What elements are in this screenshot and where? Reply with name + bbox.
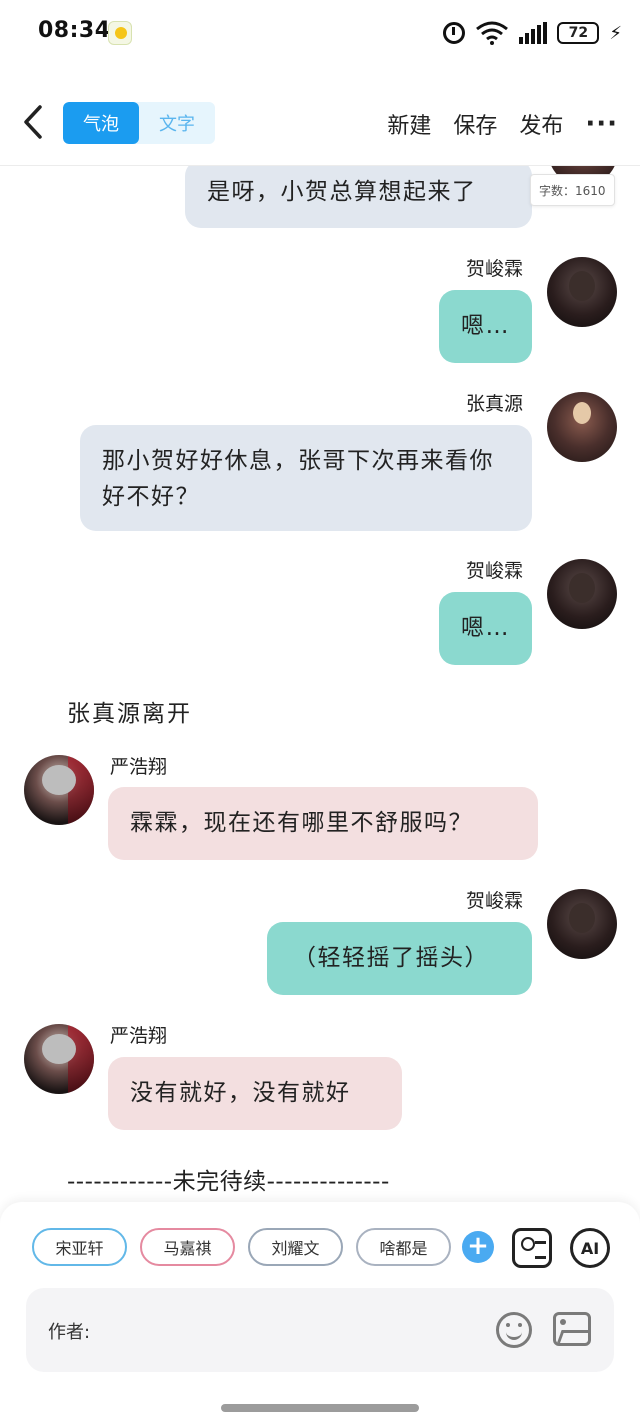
speaker-name: 严浩翔 <box>110 1025 168 1047</box>
message-text: 那小贺好好休息，张哥下次再来看你好不好？ <box>102 448 494 510</box>
avatar[interactable] <box>547 392 617 462</box>
home-indicator[interactable] <box>221 1404 419 1412</box>
status-time: 08:34 <box>38 18 111 43</box>
add-character-plus-icon[interactable]: + <box>462 1231 494 1263</box>
chat-area[interactable]: 是呀，小贺总算想起来了 字数：1610 贺峻霖 嗯… 张真源 那小贺好好休息，张… <box>0 166 640 1202</box>
avatar[interactable] <box>24 1024 94 1094</box>
speaker-name: 严浩翔 <box>110 756 168 778</box>
message-text: 没有就好，没有就好 <box>130 1080 351 1106</box>
battery-icon: 72 <box>557 22 600 44</box>
ai-button[interactable]: AI <box>570 1228 610 1268</box>
narration-text: 张真源离开 <box>67 701 192 727</box>
emoji-icon[interactable] <box>496 1312 532 1348</box>
back-chevron-icon[interactable] <box>18 104 48 140</box>
character-chip[interactable]: 宋亚轩 <box>32 1228 127 1266</box>
bottom-panel: 宋亚轩 马嘉祺 刘耀文 啥都是 + AI 作者: <box>0 1202 640 1424</box>
mode-switch: 气泡 文字 <box>63 102 215 144</box>
speaker-name: 张真源 <box>466 393 524 415</box>
charging-icon: ⚡ <box>609 22 622 44</box>
speaker-name: 贺峻霖 <box>466 560 524 582</box>
status-bar: 08:34 72 ⚡ <box>0 0 640 70</box>
to-be-continued-text: ------------未完待续-------------- <box>67 1169 390 1195</box>
avatar[interactable] <box>24 755 94 825</box>
alarm-icon <box>443 22 466 44</box>
avatar[interactable] <box>547 257 617 327</box>
message-text: 嗯… <box>461 615 510 641</box>
new-button[interactable]: 新建 <box>387 108 431 140</box>
speaker-name: 贺峻霖 <box>466 890 524 912</box>
character-row: 宋亚轩 马嘉祺 刘耀文 啥都是 + <box>32 1228 494 1266</box>
app-notification-icon <box>108 21 132 45</box>
message-bubble[interactable]: 嗯… <box>439 592 532 665</box>
message-text: （轻轻摇了摇头） <box>293 945 489 971</box>
message-bubble[interactable]: 那小贺好好休息，张哥下次再来看你好不好？ <box>80 425 532 531</box>
message-text: 是呀，小贺总算想起来了 <box>207 179 477 205</box>
speaker-name: 贺峻霖 <box>466 258 524 280</box>
character-chip[interactable]: 啥都是 <box>356 1228 451 1266</box>
message-bubble[interactable]: 没有就好，没有就好 <box>108 1057 402 1130</box>
author-label: 作者: <box>48 1322 91 1343</box>
message-bubble[interactable]: 霖霖，现在还有哪里不舒服吗？ <box>108 787 538 860</box>
avatar[interactable] <box>547 889 617 959</box>
message-bubble[interactable]: 嗯… <box>439 290 532 363</box>
message-text: 霖霖，现在还有哪里不舒服吗？ <box>130 810 473 836</box>
tab-bubble[interactable]: 气泡 <box>63 102 139 144</box>
message-bubble[interactable]: （轻轻摇了摇头） <box>267 922 532 995</box>
tab-text[interactable]: 文字 <box>139 102 215 144</box>
status-icons: 72 ⚡ <box>443 18 622 48</box>
message-input[interactable]: 作者: <box>26 1288 614 1372</box>
toolbar-actions: 新建 保存 发布 ··· <box>387 108 618 140</box>
signal-icon <box>519 22 548 44</box>
avatar[interactable] <box>547 559 617 629</box>
wifi-icon <box>475 21 509 45</box>
message-bubble[interactable]: 是呀，小贺总算想起来了 <box>185 166 532 228</box>
character-chip[interactable]: 刘耀文 <box>248 1228 343 1266</box>
editor-toolbar: 气泡 文字 新建 保存 发布 ··· <box>0 90 640 156</box>
publish-button[interactable]: 发布 <box>519 108 563 140</box>
save-button[interactable]: 保存 <box>453 108 497 140</box>
character-chip[interactable]: 马嘉祺 <box>140 1228 235 1266</box>
role-card-icon[interactable] <box>512 1228 552 1268</box>
image-icon[interactable] <box>553 1312 591 1346</box>
message-text: 嗯… <box>461 313 510 339</box>
word-count-badge: 字数：1610 <box>530 174 615 206</box>
more-icon[interactable]: ··· <box>585 111 618 137</box>
